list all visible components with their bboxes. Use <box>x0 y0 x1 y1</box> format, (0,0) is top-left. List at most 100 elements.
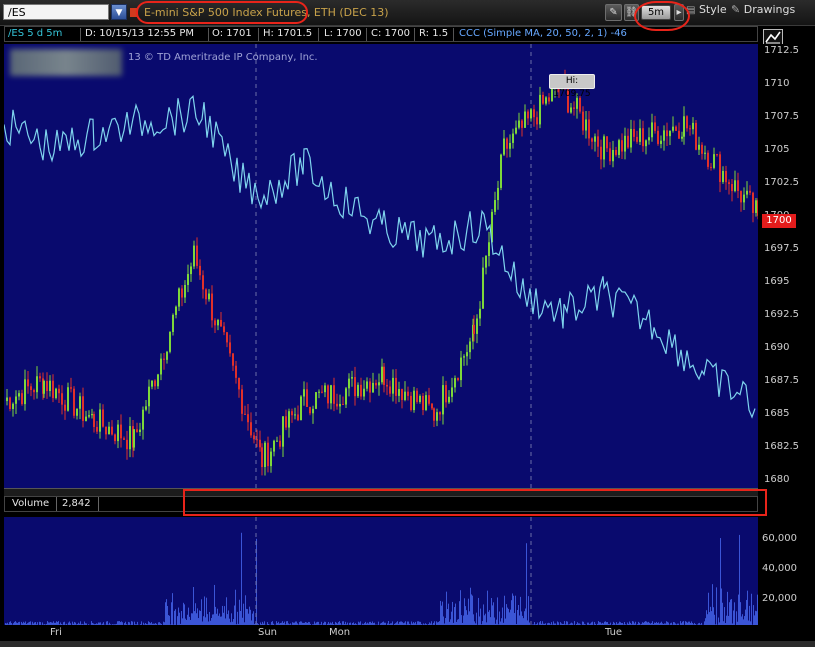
price-candle <box>166 351 168 360</box>
study-name: CCC (Simple MA, 20, 50, 2, 1) <box>459 28 608 39</box>
volume-bar <box>167 605 168 625</box>
price-candle <box>755 200 757 213</box>
volume-bar <box>246 608 247 625</box>
volume-bar <box>455 603 456 625</box>
volume-bar <box>459 601 460 625</box>
price-candle <box>460 357 462 381</box>
price-candle <box>407 391 409 396</box>
volume-value: 2,842 <box>62 498 91 509</box>
volume-chart[interactable] <box>4 517 758 625</box>
volume-bar <box>751 593 752 625</box>
divider <box>80 28 81 41</box>
price-candle <box>27 379 29 387</box>
volume-bar <box>231 613 232 625</box>
price-candle <box>494 200 496 212</box>
volume-bar <box>479 616 480 625</box>
price-candle <box>666 130 668 137</box>
volume-bar <box>464 598 465 625</box>
price-candle <box>163 358 165 360</box>
volume-bar <box>188 607 189 625</box>
price-candle <box>154 380 156 387</box>
price-candle <box>223 326 225 333</box>
volume-bar <box>749 605 750 625</box>
price-candle <box>410 395 412 411</box>
draw-tool-icon[interactable]: ✎ <box>605 4 622 21</box>
price-candle <box>448 396 450 403</box>
price-candle <box>297 414 299 421</box>
volume-bar <box>205 617 206 625</box>
volume-bar <box>223 612 224 625</box>
study-label[interactable]: CCC (Simple MA, 20, 50, 2, 1) -46 <box>459 28 627 39</box>
volume-bar <box>736 611 737 625</box>
symbol-input[interactable]: /ES <box>3 4 109 20</box>
time-tick: Sun <box>258 627 278 638</box>
volume-bar <box>521 611 522 625</box>
volume-bar <box>740 602 741 625</box>
price-candle <box>431 403 433 409</box>
price-candle <box>211 293 213 321</box>
price-candle <box>725 170 727 183</box>
price-candle <box>88 415 90 417</box>
price-candle <box>244 413 246 415</box>
price-tick: 1687.5 <box>764 374 799 386</box>
volume-bar <box>189 616 190 625</box>
price-candle <box>175 306 177 315</box>
volume-bar <box>478 597 479 625</box>
volume-bar <box>203 616 204 625</box>
volume-bar <box>214 584 215 625</box>
price-candle <box>85 416 87 421</box>
price-candle <box>473 324 475 334</box>
price-candle <box>330 385 332 404</box>
price-candle <box>187 274 189 285</box>
drawings-button[interactable]: ✎ Drawings <box>731 3 795 16</box>
price-candle <box>445 385 447 403</box>
divider <box>366 28 367 41</box>
volume-bar <box>198 618 199 625</box>
volume-bar <box>248 613 249 625</box>
volume-bar <box>168 615 169 625</box>
price-tick: 1712.5 <box>764 44 799 56</box>
volume-bar <box>473 614 474 625</box>
volume-bar <box>206 597 207 625</box>
time-tick: Tue <box>605 627 623 638</box>
price-candle <box>354 377 356 397</box>
price-candle <box>253 435 255 440</box>
volume-bar <box>706 610 707 625</box>
price-candle <box>548 97 550 102</box>
price-candle <box>416 390 418 402</box>
price-candle <box>482 267 484 309</box>
price-candle <box>33 389 35 393</box>
volume-bar <box>175 609 176 625</box>
blurred-logo <box>10 49 122 76</box>
price-candle <box>642 128 644 147</box>
volume-bar <box>746 599 747 625</box>
price-candle <box>276 440 278 442</box>
price-candle <box>713 154 715 168</box>
price-chart[interactable] <box>4 44 758 488</box>
price-candle <box>454 378 456 388</box>
volume-bar <box>512 593 513 625</box>
style-button[interactable]: ▤ Style <box>686 3 727 16</box>
volume-bar <box>253 611 254 625</box>
volume-bar <box>739 534 740 625</box>
price-tick: 1685 <box>764 408 790 419</box>
price-candle <box>21 393 23 405</box>
divider <box>98 497 99 511</box>
chevron-down-icon[interactable]: ▼ <box>111 4 127 20</box>
volume-bar <box>169 615 170 625</box>
price-candle <box>264 442 266 468</box>
volume-bar <box>721 588 722 625</box>
volume-bar <box>508 608 509 625</box>
price-candle <box>76 408 78 416</box>
price-candle <box>663 130 665 141</box>
volume-bar <box>212 614 213 625</box>
price-candle <box>704 152 706 154</box>
price-candle <box>30 386 32 390</box>
price-candle <box>369 381 371 393</box>
price-candle <box>193 245 195 267</box>
volume-bar <box>165 602 166 625</box>
volume-bar <box>465 606 466 625</box>
volume-bar <box>218 615 219 625</box>
time-tick: Mon <box>329 627 351 638</box>
volume-bar <box>241 532 242 625</box>
